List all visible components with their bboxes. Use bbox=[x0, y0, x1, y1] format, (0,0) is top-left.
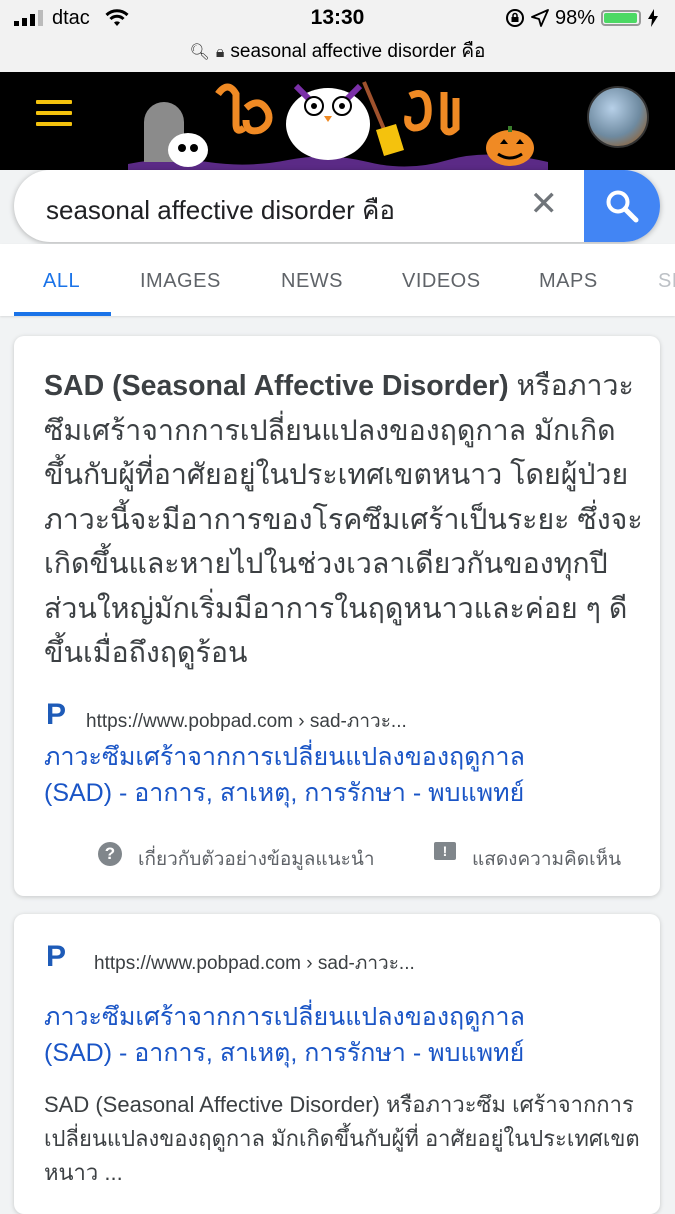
search-icon: 🔍︎ bbox=[189, 44, 210, 61]
tab-all[interactable]: ALL bbox=[43, 270, 80, 293]
search-result-card: P https://www.pobpad.com › sad-ภาวะ... ภ… bbox=[14, 914, 660, 1214]
tab-maps[interactable]: MAPS bbox=[539, 270, 598, 293]
snippet-text: SAD (Seasonal Affective Disorder) หรือภา… bbox=[44, 364, 644, 676]
location-icon bbox=[531, 9, 549, 27]
halloween-doodle[interactable] bbox=[128, 72, 548, 170]
snippet-bold-term: SAD (Seasonal Affective Disorder) bbox=[44, 370, 509, 402]
search-tabs: ALL IMAGES NEWS VIDEOS MAPS SH bbox=[0, 244, 675, 316]
tab-images[interactable]: IMAGES bbox=[140, 270, 221, 293]
result-description: SAD (Seasonal Affective Disorder) หรือภา… bbox=[44, 1092, 640, 1185]
lock-icon: 🔒︎ bbox=[215, 44, 225, 61]
rotation-lock-icon bbox=[505, 9, 524, 27]
menu-icon[interactable] bbox=[36, 100, 72, 126]
url-bar[interactable]: 🔍︎ 🔒︎ seasonal affective disorder คือ bbox=[0, 36, 675, 66]
search-box[interactable]: seasonal affective disorder คือ ✕ bbox=[14, 170, 660, 242]
result-title-line-1[interactable]: ภาวะซึมเศร้าจากการเปลี่ยนแปลงของฤดูกาล bbox=[44, 1000, 525, 1035]
close-icon[interactable]: ✕ bbox=[530, 184, 559, 224]
status-bar: dtac 13:30 98% 🔍︎ 🔒︎ seasonal affective di… bbox=[0, 0, 675, 72]
source-url[interactable]: https://www.pobpad.com › sad-ภาวะ... bbox=[86, 706, 407, 736]
result-title-line-2[interactable]: (SAD) - อาการ, สาเหตุ, การรักษา - พบแพทย… bbox=[44, 776, 524, 811]
about-snippets-link[interactable]: เกี่ยวกับตัวอย่างข้อมูลแนะนำ bbox=[138, 844, 375, 874]
site-favicon: P bbox=[46, 698, 67, 731]
help-icon[interactable]: ? bbox=[98, 842, 122, 866]
feedback-link[interactable]: แสดงความคิดเห็น bbox=[472, 844, 621, 874]
battery-percent: 98% bbox=[554, 6, 595, 29]
feedback-icon[interactable]: ! bbox=[434, 842, 456, 860]
source-url[interactable]: https://www.pobpad.com › sad-ภาวะ... bbox=[94, 948, 415, 978]
active-tab-indicator bbox=[14, 312, 111, 316]
search-button[interactable] bbox=[584, 170, 660, 242]
url-text: seasonal affective disorder คือ bbox=[230, 41, 486, 62]
snippet-body: หรือภาวะซึมเศร้าจากการเปลี่ยนแปลงของฤดูก… bbox=[44, 370, 643, 669]
site-favicon: P bbox=[46, 940, 67, 973]
tab-news[interactable]: NEWS bbox=[281, 270, 343, 293]
battery-icon bbox=[601, 10, 641, 26]
charging-icon bbox=[648, 9, 658, 27]
search-input[interactable]: seasonal affective disorder คือ bbox=[46, 190, 395, 231]
tab-shopping[interactable]: SH bbox=[658, 270, 675, 293]
result-title-line-2[interactable]: (SAD) - อาการ, สาเหตุ, การรักษา - พบแพทย… bbox=[44, 1036, 524, 1071]
avatar[interactable] bbox=[587, 86, 649, 148]
result-title-line-1[interactable]: ภาวะซึมเศร้าจากการเปลี่ยนแปลงของฤดูกาล bbox=[44, 740, 525, 775]
battery-fill bbox=[604, 13, 638, 23]
header bbox=[0, 72, 675, 170]
search-icon bbox=[606, 190, 639, 223]
tab-videos[interactable]: VIDEOS bbox=[402, 270, 481, 293]
featured-snippet-card: SAD (Seasonal Affective Disorder) หรือภา… bbox=[14, 336, 660, 896]
